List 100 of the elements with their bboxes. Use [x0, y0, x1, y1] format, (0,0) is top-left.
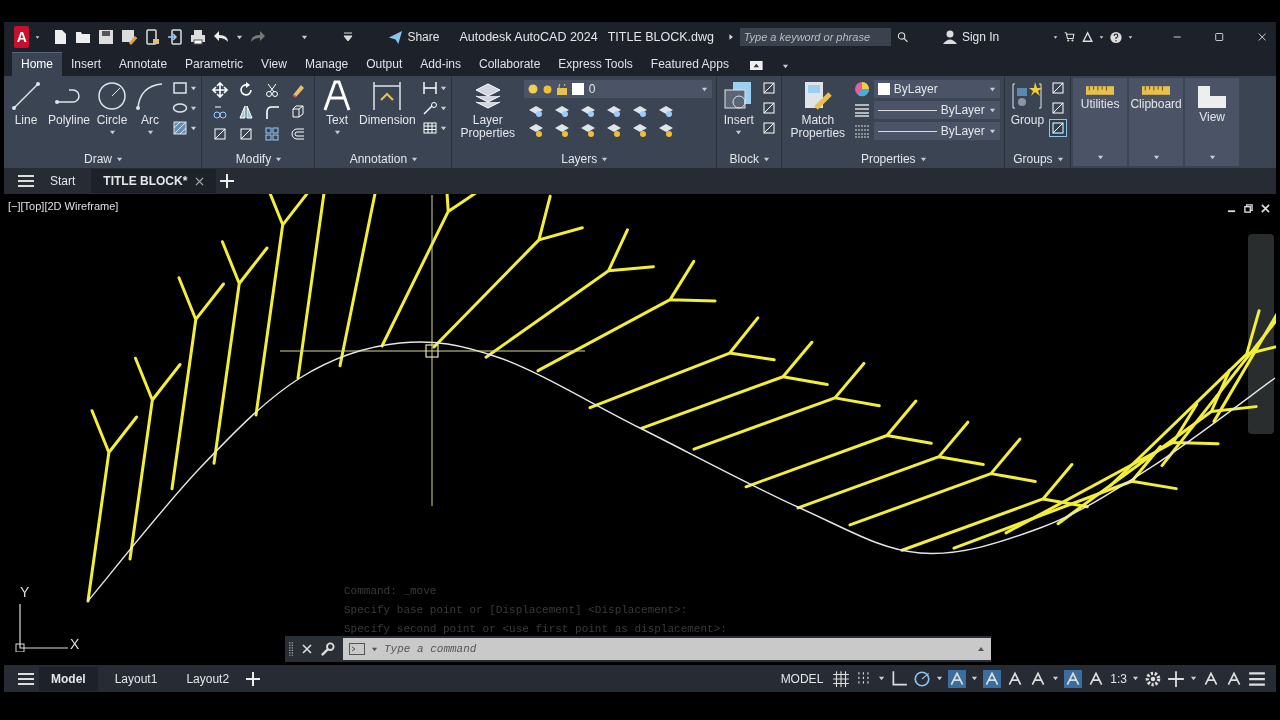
ribbon-tab[interactable]: Express Tools — [549, 53, 642, 76]
model-space-button[interactable]: MODEL — [780, 671, 824, 686]
caret-icon[interactable] — [236, 33, 244, 41]
gear-icon[interactable] — [1144, 669, 1162, 688]
tool-button[interactable]: Text — [321, 80, 354, 136]
rectangle-icon[interactable] — [172, 80, 189, 96]
command-line-field[interactable]: Type a command — [343, 638, 991, 660]
plus-icon[interactable] — [246, 671, 261, 686]
layer-tool-icon[interactable] — [553, 122, 570, 138]
caret-icon[interactable] — [1208, 153, 1216, 161]
caret-icon[interactable] — [988, 127, 996, 135]
caret-icon[interactable] — [411, 155, 419, 163]
viewport-label[interactable]: [−][Top][2D Wireframe] — [8, 200, 119, 212]
property-dropdown[interactable]: ByLayer — [873, 101, 1000, 119]
menu-icon[interactable] — [18, 174, 34, 188]
triangle-nodes-icon[interactable] — [1081, 29, 1093, 45]
table-icon[interactable] — [421, 120, 438, 136]
plus-icon[interactable] — [1167, 669, 1185, 688]
caret-icon[interactable] — [936, 675, 944, 682]
caret-icon[interactable] — [1127, 33, 1133, 41]
phone-icon[interactable] — [144, 29, 161, 45]
caret-icon[interactable] — [988, 106, 996, 114]
sign-in-button[interactable]: Sign In — [913, 29, 1000, 45]
collapsed-panel[interactable]: View — [1185, 78, 1240, 166]
leader-icon[interactable] — [421, 100, 438, 116]
collapsed-panel[interactable]: Clipboard — [1129, 78, 1184, 166]
ribbon-tab[interactable]: Annotate — [110, 53, 177, 76]
copy-icon[interactable] — [212, 104, 229, 120]
polar-icon[interactable] — [913, 669, 932, 688]
tool-button[interactable]: Group — [1010, 80, 1045, 127]
terminal-icon[interactable] — [349, 643, 367, 655]
close-icon[interactable] — [1257, 31, 1266, 43]
fillet-icon[interactable] — [264, 104, 281, 120]
caret-icon[interactable] — [919, 155, 927, 163]
move-icon[interactable] — [212, 82, 229, 98]
ellipse-icon[interactable] — [172, 100, 189, 116]
layer-tool-icon[interactable] — [657, 122, 674, 138]
ribbon-tab[interactable]: View — [252, 53, 296, 76]
restore-icon[interactable] — [1244, 204, 1253, 213]
panel-title[interactable]: Block — [729, 152, 759, 166]
caret-icon[interactable] — [35, 33, 41, 41]
save-as-icon[interactable] — [121, 29, 138, 45]
layout-tab[interactable]: Layout2 — [174, 666, 242, 691]
caret-icon[interactable] — [190, 104, 198, 112]
grip-icon[interactable] — [289, 640, 294, 658]
tool-button[interactable]: Match Properties — [787, 80, 848, 140]
customize-icon[interactable] — [343, 32, 354, 42]
ortho-icon[interactable] — [890, 669, 909, 688]
caret-icon[interactable] — [1152, 153, 1160, 161]
menu-icon[interactable] — [1248, 669, 1266, 688]
caret-icon[interactable] — [439, 104, 447, 112]
array-icon[interactable] — [264, 126, 281, 142]
caret-icon[interactable] — [1052, 675, 1060, 682]
layout-tab[interactable]: Model — [39, 666, 98, 691]
cube-icon[interactable] — [290, 104, 307, 120]
caret-icon[interactable] — [971, 675, 979, 682]
ribbon-tab[interactable]: Featured Apps — [641, 53, 738, 76]
panel-title[interactable]: Properties — [860, 152, 916, 166]
caret-icon[interactable] — [146, 129, 154, 136]
tool-button[interactable]: Layer Properties — [457, 80, 518, 140]
caret-icon[interactable] — [1190, 675, 1197, 682]
layer-dropdown[interactable]: 0 — [523, 80, 712, 98]
dimension-icon[interactable] — [421, 80, 438, 96]
panel-title[interactable]: Annotation — [349, 152, 408, 166]
plus-icon[interactable] — [220, 174, 235, 188]
layer-tool-icon[interactable] — [579, 122, 596, 138]
group-select-icon[interactable] — [1050, 120, 1067, 136]
caret-icon[interactable] — [1053, 33, 1059, 41]
panel-title[interactable]: Layers — [561, 152, 598, 166]
caret-icon[interactable] — [1098, 33, 1104, 41]
caret-icon[interactable] — [878, 675, 886, 682]
trim-icon[interactable] — [264, 82, 281, 98]
caret-icon[interactable] — [762, 155, 770, 163]
ribbon-tab[interactable]: Home — [12, 52, 62, 76]
offset-icon[interactable] — [290, 126, 307, 142]
ribbon-tab[interactable]: Insert — [62, 53, 111, 76]
caret-icon[interactable] — [333, 129, 341, 136]
ribbon-tab[interactable]: Collaborate — [470, 53, 550, 76]
app-menu-button[interactable]: A — [14, 26, 30, 48]
folder-icon[interactable] — [75, 29, 92, 45]
tool-button[interactable]: Insert — [722, 80, 755, 136]
grid-icon[interactable] — [832, 669, 851, 688]
caret-icon[interactable] — [781, 63, 789, 70]
menu-icon[interactable] — [18, 671, 34, 686]
maximize-icon[interactable] — [1215, 31, 1224, 43]
annotation-scale-button[interactable]: 1:3 — [1110, 671, 1127, 686]
caret-icon[interactable] — [108, 129, 116, 136]
caret-icon[interactable] — [301, 33, 309, 41]
caret-icon[interactable] — [275, 155, 283, 163]
new-file-icon[interactable] — [52, 29, 69, 45]
panel-title[interactable]: Draw — [84, 152, 112, 166]
ribbon-tab[interactable]: Add-ins — [411, 53, 470, 76]
expand-icon[interactable] — [977, 647, 985, 651]
save-icon[interactable] — [98, 29, 115, 45]
caret-icon[interactable] — [439, 84, 447, 92]
caret-icon[interactable] — [988, 85, 996, 93]
layout-tab[interactable]: Layout1 — [102, 666, 170, 691]
ribbon-tab[interactable]: Manage — [295, 53, 358, 76]
collapsed-panel[interactable]: Utilities — [1073, 78, 1128, 166]
wrench-icon[interactable] — [320, 641, 335, 657]
